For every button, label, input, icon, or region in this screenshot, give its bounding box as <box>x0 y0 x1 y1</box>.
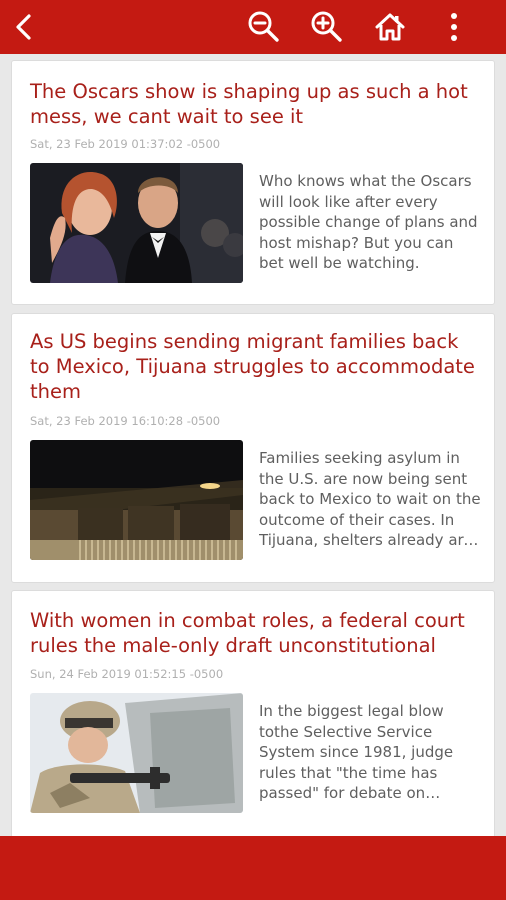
top-app-bar <box>0 0 506 54</box>
article-date: Sat, 23 Feb 2019 01:37:02 -0500 <box>30 137 221 151</box>
article-title[interactable]: As US begins sending migrant families ba… <box>30 329 478 404</box>
chevron-left-icon <box>16 14 31 40</box>
zoom-in-button[interactable] <box>303 0 351 54</box>
zoom-in-icon <box>311 11 342 42</box>
article-thumbnail[interactable] <box>30 440 243 560</box>
zoom-out-button[interactable] <box>240 0 288 54</box>
more-options-button[interactable] <box>430 0 478 54</box>
bottom-bar <box>0 836 506 900</box>
article-thumbnail[interactable] <box>30 693 243 813</box>
article-date: Sat, 23 Feb 2019 16:10:28 -0500 <box>30 414 221 428</box>
article-summary: Who knows what the Oscars will look like… <box>259 172 478 272</box>
border-fence-photo <box>30 440 243 560</box>
soldier-photo <box>30 693 243 813</box>
article-title[interactable]: The Oscars show is shaping up as such a … <box>30 79 478 129</box>
article-card[interactable]: As US begins sending migrant families ba… <box>11 313 495 583</box>
zoom-out-icon <box>248 11 279 42</box>
article-date: Sun, 24 Feb 2019 01:52:15 -0500 <box>30 667 224 681</box>
article-feed: The Oscars show is shaping up as such a … <box>0 54 506 836</box>
more-vertical-icon <box>451 13 457 41</box>
home-icon <box>375 13 405 41</box>
home-button[interactable] <box>366 0 414 54</box>
article-title[interactable]: With women in combat roles, a federal co… <box>30 608 478 658</box>
article-thumbnail[interactable] <box>30 163 243 283</box>
article-summary: In the biggest legal blow tothe Selectiv… <box>259 702 454 802</box>
oscars-photo <box>30 163 243 283</box>
article-summary: Families seeking asylum in the U.S. are … <box>259 449 481 549</box>
back-button[interactable] <box>0 0 48 54</box>
article-card[interactable]: With women in combat roles, a federal co… <box>11 590 495 836</box>
article-card[interactable]: The Oscars show is shaping up as such a … <box>11 60 495 305</box>
